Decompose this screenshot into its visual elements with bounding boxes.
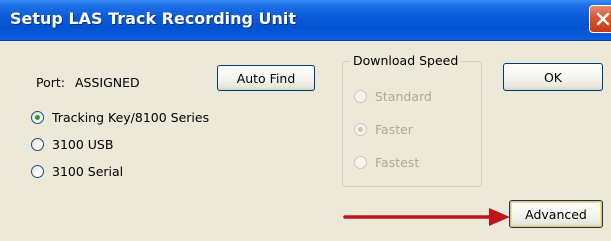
radio-speed-faster-label: Faster xyxy=(375,122,413,137)
radio-speed-fastest: Fastest xyxy=(354,155,419,170)
radio-3100-usb-indicator xyxy=(31,138,44,151)
radio-speed-standard-indicator xyxy=(354,90,367,103)
setup-dialog: Setup LAS Track Recording Unit Port: ASS… xyxy=(0,0,611,241)
window-title: Setup LAS Track Recording Unit xyxy=(10,9,297,28)
title-bar: Setup LAS Track Recording Unit xyxy=(0,0,611,41)
radio-tracking-key-label: Tracking Key/8100 Series xyxy=(52,110,210,125)
radio-speed-fastest-label: Fastest xyxy=(375,155,420,170)
radio-3100-serial-label: 3100 Serial xyxy=(52,164,124,179)
radio-3100-serial-indicator xyxy=(31,165,44,178)
download-speed-legend: Download Speed xyxy=(350,53,462,68)
port-label: Port: xyxy=(36,75,65,90)
radio-tracking-key[interactable]: Tracking Key/8100 Series xyxy=(31,110,209,125)
close-x-icon xyxy=(596,12,610,26)
radio-speed-faster: Faster xyxy=(354,122,413,137)
close-button[interactable] xyxy=(589,5,611,33)
red-arrow-icon xyxy=(343,208,510,226)
download-speed-group: Download Speed Standard Faster Fastest xyxy=(342,53,482,187)
ok-button[interactable]: OK xyxy=(503,63,603,91)
radio-speed-standard-label: Standard xyxy=(375,89,432,104)
advanced-button[interactable]: Advanced xyxy=(509,200,603,228)
auto-find-button[interactable]: Auto Find xyxy=(217,65,315,91)
port-value: ASSIGNED xyxy=(75,75,140,90)
radio-3100-usb[interactable]: 3100 USB xyxy=(31,137,113,152)
dialog-client-area: Port: ASSIGNED Auto Find Tracking Key/81… xyxy=(0,41,611,241)
radio-speed-fastest-indicator xyxy=(354,156,367,169)
radio-speed-faster-indicator xyxy=(354,123,367,136)
radio-speed-standard: Standard xyxy=(354,89,432,104)
radio-3100-serial[interactable]: 3100 Serial xyxy=(31,164,123,179)
radio-tracking-key-indicator xyxy=(31,111,44,124)
radio-3100-usb-label: 3100 USB xyxy=(52,137,114,152)
